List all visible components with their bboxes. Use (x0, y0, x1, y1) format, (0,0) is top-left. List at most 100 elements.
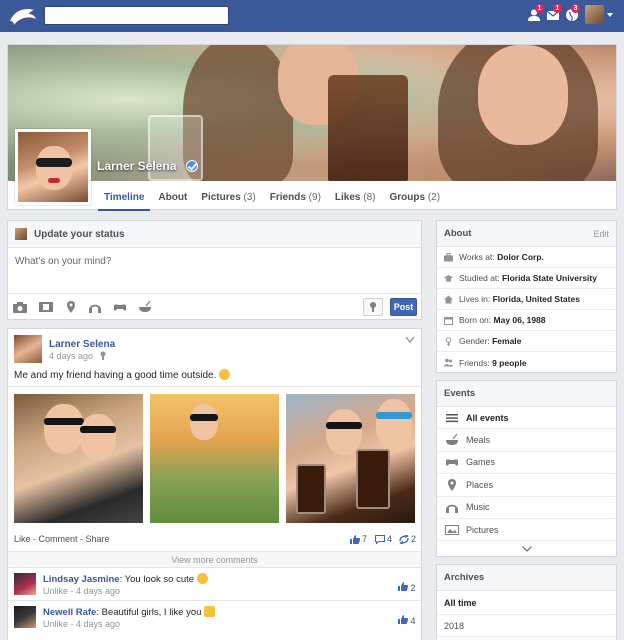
comment-likes[interactable]: 4 (398, 615, 416, 626)
list-icon (446, 413, 458, 422)
about-row-friends: Friends: 9 people (437, 352, 616, 373)
events-item-pictures[interactable]: Pictures (437, 519, 616, 542)
location-pin-icon[interactable] (64, 301, 78, 313)
avatar (15, 228, 27, 240)
avatar[interactable] (14, 573, 36, 595)
status-toolbar: Post (8, 293, 421, 320)
about-row-education: Studied at: Florida State University (437, 268, 616, 289)
tab-likes[interactable]: Likes (8) (329, 183, 382, 211)
post-button[interactable]: Post (390, 298, 417, 316)
thumbs-up-emoji-icon (204, 606, 216, 617)
about-edit-link[interactable]: Edit (593, 229, 609, 239)
headphones-icon[interactable] (88, 301, 102, 313)
like-comment-share-links[interactable]: Like - Comment - Share (14, 534, 110, 544)
comment-author[interactable]: Newell Rafe (43, 607, 96, 618)
about-row-birthday: Born on: May 06, 1988 (437, 310, 616, 331)
film-icon[interactable] (39, 301, 53, 313)
heart-eyes-emoji-icon (219, 369, 231, 380)
post-photo[interactable] (150, 394, 279, 523)
camera-icon[interactable] (13, 301, 27, 313)
location-pin-icon (448, 478, 456, 491)
chevron-down-icon[interactable] (607, 13, 613, 17)
messages-badge: 1 (553, 4, 562, 13)
briefcase-icon (444, 252, 453, 261)
chevron-down-icon[interactable] (406, 337, 414, 343)
avatar[interactable] (14, 335, 42, 363)
events-expand-button[interactable] (437, 541, 616, 557)
gamepad-icon[interactable] (113, 301, 127, 313)
comment-meta[interactable]: Unlike - 4 days ago (43, 619, 120, 629)
about-panel: About Edit Works at: Dolor Corp. Studied… (436, 220, 617, 373)
events-item-games[interactable]: Games (437, 452, 616, 475)
timeline-post: Larner Selena 4 days ago Me and my frien… (7, 328, 422, 640)
globe-notifications-badge: 3 (571, 4, 580, 13)
comment-item: Newell Rafe: Beautiful girls, I like you… (8, 600, 421, 633)
likes-count[interactable]: 7 (350, 534, 367, 544)
thumbs-up-icon (398, 582, 408, 591)
gamepad-icon (446, 459, 458, 467)
comment-likes[interactable]: 2 (398, 582, 416, 593)
about-row-location: Lives in: Florida, United States (437, 289, 616, 310)
food-bowl-icon[interactable] (138, 301, 152, 313)
events-item-places[interactable]: Places (437, 474, 616, 497)
picture-icon (445, 524, 459, 535)
archives-title: Archives (444, 572, 485, 583)
comment-meta[interactable]: Unlike - 4 days ago (43, 586, 120, 596)
post-text: Me and my friend having a good time outs… (14, 369, 231, 381)
tab-timeline[interactable]: Timeline (98, 183, 151, 211)
food-bowl-icon (446, 434, 458, 446)
post-photo[interactable] (286, 394, 415, 523)
events-item-all[interactable]: All events (437, 407, 616, 430)
post-author[interactable]: Larner Selena (49, 339, 115, 350)
post-timestamp[interactable]: 4 days ago (49, 351, 93, 361)
about-row-work: Works at: Dolor Corp. (437, 247, 616, 268)
comment-text: : You look so cute (119, 574, 195, 585)
comments-count[interactable]: 4 (375, 534, 392, 545)
events-item-meals[interactable]: Meals (437, 429, 616, 452)
home-icon (444, 295, 453, 303)
view-more-comments-link[interactable]: View more comments (8, 551, 421, 567)
post-actions: Like - Comment - Share 7 4 2 (8, 530, 421, 548)
headphones-icon (446, 504, 458, 514)
calendar-icon (444, 316, 453, 325)
archive-item-year[interactable]: 2018 (437, 615, 616, 637)
user-avatar[interactable] (585, 5, 604, 24)
comment-item: Lindsay Jasmine: You look so cute Unlike… (8, 567, 421, 600)
events-panel: Events All events Meals Games Places Mus… (436, 380, 617, 557)
profile-tabs: Timeline About Pictures (3) Friends (9) … (98, 183, 448, 211)
post-photo[interactable] (14, 394, 143, 523)
verified-check-icon (186, 160, 198, 172)
friend-requests-badge: 1 (535, 4, 544, 13)
archive-item-all-time[interactable]: All time (437, 591, 616, 615)
about-title: About (444, 228, 472, 239)
status-title: Update your status (34, 228, 125, 240)
location-pin-icon (370, 302, 376, 312)
friends-icon (444, 358, 453, 367)
dolphin-logo-icon[interactable] (8, 5, 38, 27)
search-input[interactable] (44, 6, 229, 25)
tab-groups[interactable]: Groups (2) (384, 183, 447, 211)
avatar[interactable] (14, 606, 36, 628)
thumbs-up-icon (398, 615, 408, 624)
privacy-button[interactable] (363, 298, 383, 316)
profile-name[interactable]: Larner Selena (97, 159, 176, 173)
about-row-gender: Gender: Female (437, 331, 616, 352)
divider (8, 386, 421, 387)
chevron-down-icon (521, 546, 532, 553)
tab-about[interactable]: About (152, 183, 193, 211)
archives-panel: Archives All time 2018 (436, 564, 617, 640)
smile-emoji-icon (196, 573, 208, 584)
thumbs-up-icon (350, 535, 360, 544)
status-header: Update your status (8, 221, 421, 248)
shares-count[interactable]: 2 (399, 533, 416, 546)
comment-author[interactable]: Lindsay Jasmine (43, 574, 120, 585)
comment-text: : Beautiful girls, I like you (96, 607, 202, 618)
top-navbar: 1 1 3 (0, 0, 624, 32)
profile-picture[interactable] (15, 129, 91, 205)
comment-icon (375, 535, 385, 545)
events-item-music[interactable]: Music (437, 497, 616, 519)
status-input[interactable]: What's on your mind? (15, 256, 111, 267)
tab-pictures[interactable]: Pictures (3) (195, 183, 261, 211)
status-composer: Update your status What's on your mind? … (7, 220, 422, 320)
tab-friends[interactable]: Friends (9) (264, 183, 327, 211)
